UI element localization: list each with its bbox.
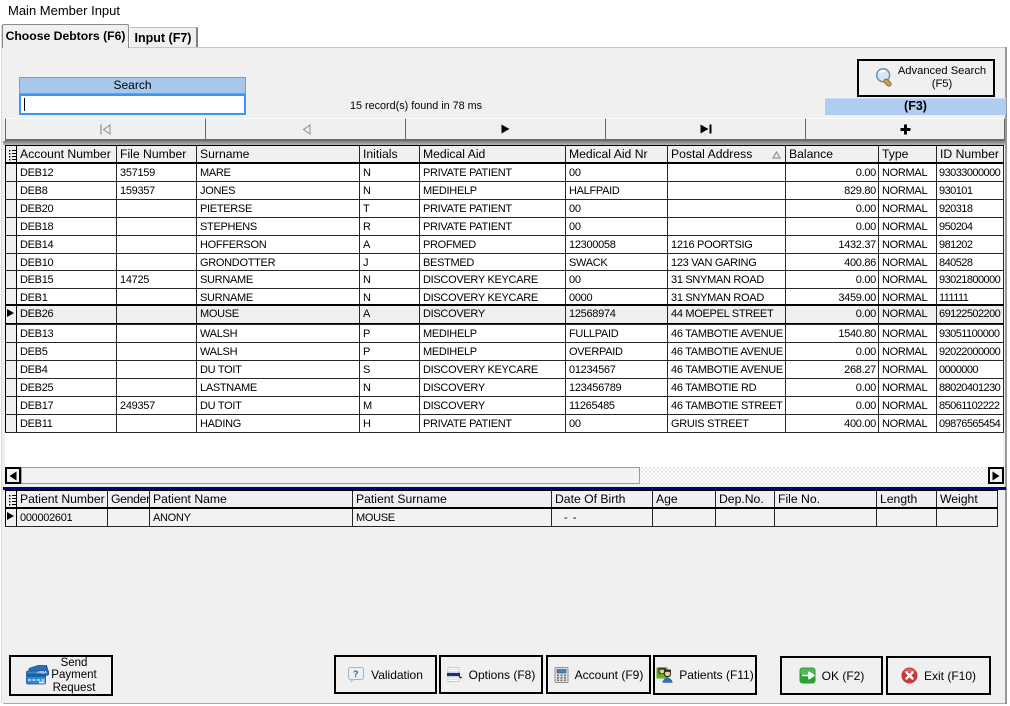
svg-text:?: ? [353,669,359,679]
svg-text:VISA: VISA [39,671,47,675]
